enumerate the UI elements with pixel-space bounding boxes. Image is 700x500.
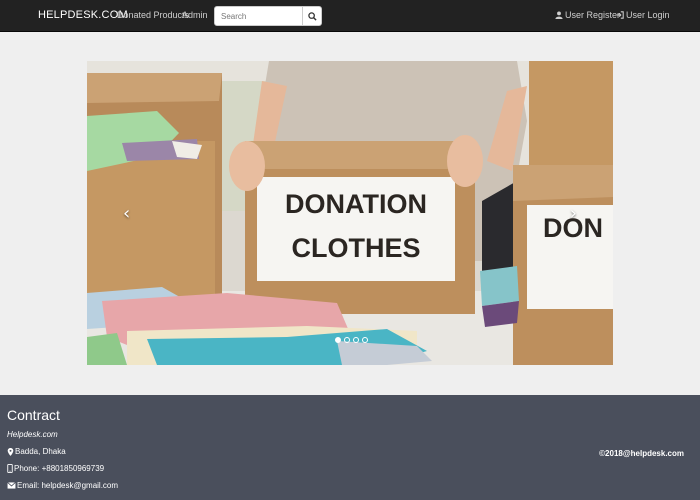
phone-icon: [7, 464, 13, 473]
nav-donated-products[interactable]: Donated Products: [117, 10, 189, 20]
carousel-indicator[interactable]: [353, 337, 359, 343]
carousel-indicator[interactable]: [344, 337, 350, 343]
donation-text: DONATION: [285, 189, 427, 219]
brand-link[interactable]: HELPDESK.COM: [38, 9, 128, 21]
nav-user-register[interactable]: User Register: [555, 10, 620, 20]
search-input[interactable]: [214, 6, 303, 26]
footer-copyright: ©2018@helpdesk.com: [599, 449, 684, 458]
nav-admin[interactable]: Admin: [182, 10, 208, 20]
footer-address-text: Badda, Dhaka: [15, 447, 66, 456]
footer-email: Email: helpdesk@gmail.com: [7, 481, 118, 490]
user-icon: [555, 11, 563, 19]
envelope-icon: [7, 482, 16, 489]
search-button[interactable]: [302, 6, 322, 26]
chevron-left-icon: ‹: [123, 202, 131, 224]
footer-address: Badda, Dhaka: [7, 447, 66, 456]
carousel-next-button[interactable]: ›: [533, 61, 613, 365]
navbar: HELPDESK.COM Donated Products Admin User…: [0, 0, 700, 32]
carousel-indicator[interactable]: [362, 337, 368, 343]
clothes-text: CLOTHES: [291, 233, 420, 263]
map-marker-icon: [7, 447, 14, 456]
footer-email-text: Email: helpdesk@gmail.com: [17, 481, 119, 490]
carousel: DONATION CLOTHES DON ‹ ›: [87, 61, 613, 365]
user-login-label: User Login: [626, 10, 670, 20]
chevron-right-icon: ›: [569, 202, 577, 224]
carousel-prev-button[interactable]: ‹: [87, 61, 167, 365]
footer-phone-text: Phone: +8801850969739: [14, 464, 105, 473]
footer: Contract Helpdesk.com Badda, Dhaka Phone…: [0, 395, 700, 500]
nav-user-login[interactable]: User Login: [616, 10, 670, 20]
footer-phone: Phone: +8801850969739: [7, 464, 104, 473]
search-icon: [307, 11, 317, 21]
footer-title: Contract: [7, 407, 60, 423]
user-register-label: User Register: [565, 10, 621, 20]
carousel-indicator[interactable]: [335, 337, 341, 343]
login-icon: [616, 11, 624, 19]
footer-site: Helpdesk.com: [7, 430, 58, 439]
carousel-indicators: [335, 337, 368, 343]
